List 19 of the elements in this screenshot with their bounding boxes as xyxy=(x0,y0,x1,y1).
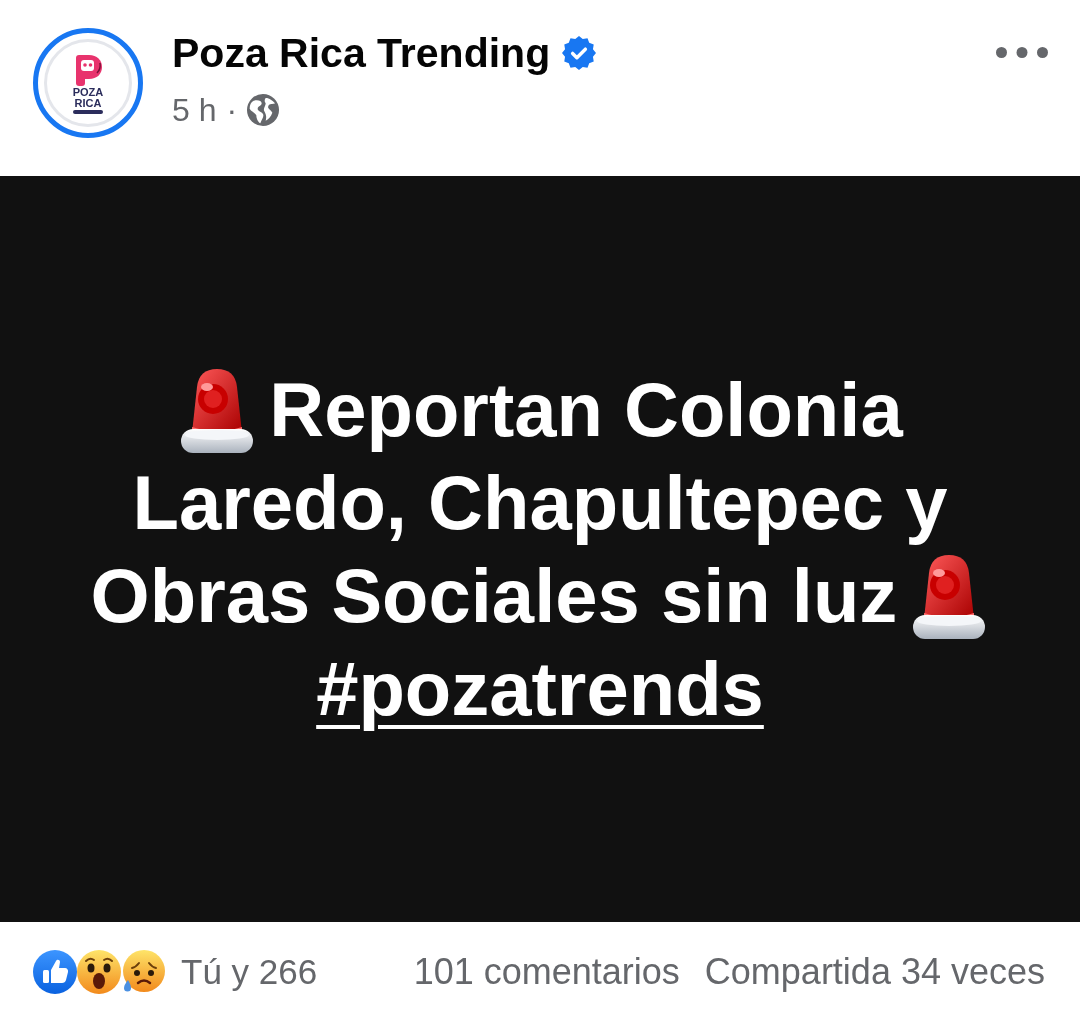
more-button[interactable] xyxy=(994,45,1050,60)
thumbs-up-icon xyxy=(33,949,77,994)
reaction-count[interactable]: Tú y 266 xyxy=(181,951,318,992)
post-text-line: Obras Sociales sin luz xyxy=(90,552,898,640)
comment-count[interactable]: 101 comentarios xyxy=(413,951,680,992)
share-count[interactable]: Compartida 34 veces xyxy=(704,951,1045,992)
logo-text: POZA RICA xyxy=(71,86,105,109)
post-text-line: Laredo, Chapultepec y xyxy=(132,459,948,547)
crying-face-icon xyxy=(121,949,165,994)
post-text-line: Reportan Colonia xyxy=(269,366,903,454)
hashtag-link[interactable]: #pozatrends xyxy=(316,642,764,735)
page-name[interactable]: Poza Rica Trending xyxy=(172,31,551,75)
separator-dot: · xyxy=(226,91,238,129)
post-time[interactable]: 5 h xyxy=(172,91,217,129)
page-avatar[interactable]: POZA RICA xyxy=(33,28,143,138)
surprised-face-icon xyxy=(77,949,121,994)
more-icon xyxy=(996,47,1048,58)
logo-banner xyxy=(73,109,103,114)
globe-icon xyxy=(247,94,280,126)
